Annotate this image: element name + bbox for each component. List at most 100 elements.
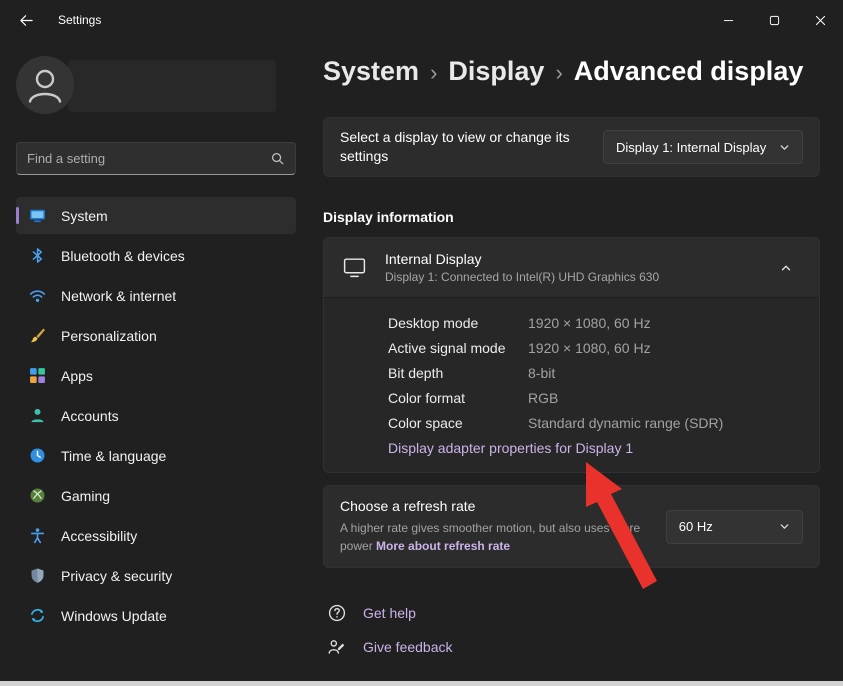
collapse-expander-button[interactable] <box>771 253 801 283</box>
info-row-desktop-mode: Desktop mode 1920 × 1080, 60 Hz <box>388 310 803 335</box>
sidebar-item-accessibility[interactable]: Accessibility <box>16 517 296 554</box>
display-information-heading: Display information <box>323 209 820 225</box>
info-label: Color space <box>388 415 528 431</box>
refresh-rate-title: Choose a refresh rate <box>340 498 666 514</box>
breadcrumb-display[interactable]: Display <box>448 56 544 87</box>
sidebar-item-apps[interactable]: Apps <box>16 357 296 394</box>
person-icon <box>29 407 46 424</box>
sidebar-item-label: Windows Update <box>61 608 167 624</box>
paintbrush-icon <box>29 327 46 344</box>
display-info-expander-header[interactable]: Internal Display Display 1: Connected to… <box>324 238 819 297</box>
help-icon <box>327 603 347 623</box>
sidebar-item-label: Network & internet <box>61 288 176 304</box>
account-hover-area[interactable] <box>68 60 276 112</box>
display-info-title: Internal Display <box>385 251 659 267</box>
settings-window: { "colors": { "accent_link": "#cbb3ea", … <box>0 0 843 686</box>
update-arrows-icon <box>29 607 46 624</box>
clock-icon <box>29 447 46 464</box>
display-info-header-text: Internal Display Display 1: Connected to… <box>385 251 659 284</box>
sidebar-item-windows-update[interactable]: Windows Update <box>16 597 296 634</box>
avatar[interactable] <box>16 56 74 114</box>
minimize-button[interactable] <box>705 0 751 40</box>
display-selector-dropdown[interactable]: Display 1: Internal Display <box>603 130 803 164</box>
search-icon <box>270 151 285 166</box>
display-information-card: Internal Display Display 1: Connected to… <box>323 237 820 473</box>
chevron-up-icon <box>780 262 792 274</box>
sidebar-item-time-language[interactable]: Time & language <box>16 437 296 474</box>
search-input[interactable] <box>27 151 270 166</box>
get-help-link[interactable]: Get help <box>363 605 416 621</box>
sidebar-item-label: System <box>61 208 108 224</box>
sidebar-item-bluetooth-devices[interactable]: Bluetooth & devices <box>16 237 296 274</box>
sidebar-nav: System Bluetooth & devices Network & int… <box>16 197 296 634</box>
give-feedback-row: Give feedback <box>323 630 820 664</box>
info-value: 1920 × 1080, 60 Hz <box>528 340 651 356</box>
main-content: System › Display › Advanced display Sele… <box>323 40 820 664</box>
refresh-rate-value: 60 Hz <box>679 519 713 534</box>
chevron-down-icon <box>779 521 790 532</box>
accessibility-icon <box>29 527 46 544</box>
sidebar-item-personalization[interactable]: Personalization <box>16 317 296 354</box>
sidebar-item-label: Privacy & security <box>61 568 172 584</box>
monitor-outline-icon <box>342 255 367 280</box>
display-selector-value: Display 1: Internal Display <box>616 140 766 155</box>
sidebar-item-gaming[interactable]: Gaming <box>16 477 296 514</box>
breadcrumb-separator: › <box>555 57 562 86</box>
sidebar-item-label: Apps <box>61 368 93 384</box>
display-selector-label: Select a display to view or change its s… <box>340 128 603 166</box>
info-row-active-signal-mode: Active signal mode 1920 × 1080, 60 Hz <box>388 335 803 360</box>
maximize-button[interactable] <box>751 0 797 40</box>
info-label: Desktop mode <box>388 315 528 331</box>
sidebar-item-network-internet[interactable]: Network & internet <box>16 277 296 314</box>
page-title: Advanced display <box>574 56 804 87</box>
display-info-details: Desktop mode 1920 × 1080, 60 Hz Active s… <box>324 297 819 472</box>
bluetooth-icon <box>29 247 46 264</box>
refresh-rate-card: Choose a refresh rate A higher rate give… <box>323 485 820 568</box>
close-button[interactable] <box>797 0 843 40</box>
window-controls <box>705 0 843 40</box>
breadcrumb-system[interactable]: System <box>323 56 419 87</box>
give-feedback-link[interactable]: Give feedback <box>363 639 453 655</box>
sidebar-item-label: Personalization <box>61 328 157 344</box>
more-about-refresh-rate-link[interactable]: More about refresh rate <box>376 539 510 553</box>
back-button[interactable] <box>6 3 46 37</box>
search-box <box>16 142 296 175</box>
account-row <box>16 56 296 116</box>
sidebar-item-label: Time & language <box>61 448 166 464</box>
sidebar-item-system[interactable]: System <box>16 197 296 234</box>
titlebar: Settings <box>0 0 843 40</box>
back-arrow-icon <box>19 13 34 28</box>
minimize-icon <box>723 15 734 26</box>
system-monitor-icon <box>29 207 46 224</box>
window-title: Settings <box>58 13 101 27</box>
shield-icon <box>29 567 46 584</box>
apps-grid-icon <box>29 367 46 384</box>
sidebar-item-label: Gaming <box>61 488 110 504</box>
display-selector-card: Select a display to view or change its s… <box>323 117 820 177</box>
refresh-rate-text: Choose a refresh rate A higher rate give… <box>340 498 666 555</box>
info-value: 1920 × 1080, 60 Hz <box>528 315 651 331</box>
sidebar-item-label: Bluetooth & devices <box>61 248 185 264</box>
refresh-rate-description: A higher rate gives smoother motion, but… <box>340 519 666 555</box>
breadcrumb-separator: › <box>430 57 437 86</box>
sidebar-item-accounts[interactable]: Accounts <box>16 397 296 434</box>
info-value: Standard dynamic range (SDR) <box>528 415 723 431</box>
info-label: Color format <box>388 390 528 406</box>
sidebar-item-label: Accounts <box>61 408 119 424</box>
info-row-color-format: Color format RGB <box>388 385 803 410</box>
display-adapter-properties-link[interactable]: Display adapter properties for Display 1 <box>388 440 633 456</box>
footer-links: Get help Give feedback <box>323 596 820 664</box>
close-icon <box>815 15 826 26</box>
display-info-subtitle: Display 1: Connected to Intel(R) UHD Gra… <box>385 270 659 284</box>
sidebar: System Bluetooth & devices Network & int… <box>16 40 296 637</box>
info-row-bit-depth: Bit depth 8-bit <box>388 360 803 385</box>
xbox-icon <box>29 487 46 504</box>
info-label: Active signal mode <box>388 340 528 356</box>
wifi-icon <box>29 287 46 304</box>
get-help-row: Get help <box>323 596 820 630</box>
maximize-icon <box>769 15 780 26</box>
sidebar-item-privacy-security[interactable]: Privacy & security <box>16 557 296 594</box>
refresh-rate-dropdown[interactable]: 60 Hz <box>666 510 803 544</box>
info-value: RGB <box>528 390 558 406</box>
screen-bottom-edge <box>0 681 843 686</box>
